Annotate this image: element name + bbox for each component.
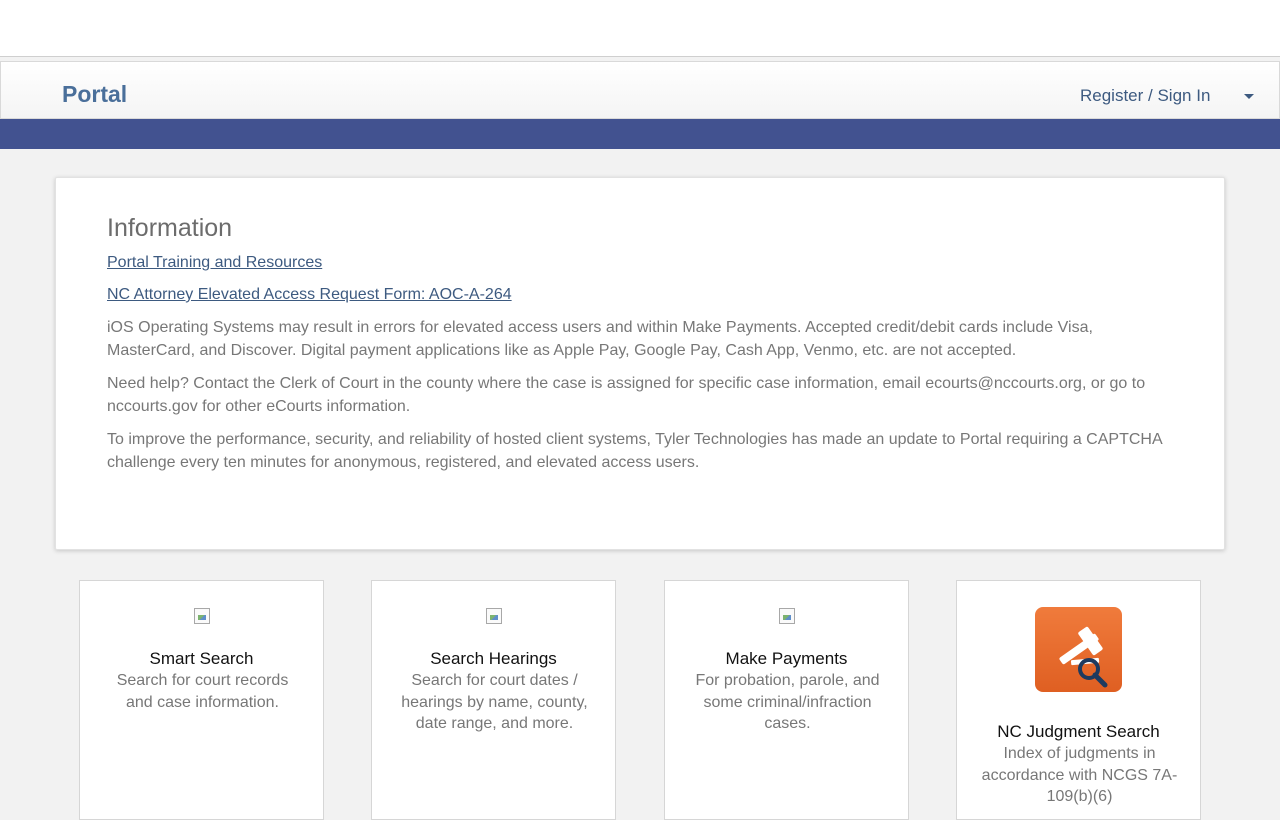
information-panel: Information Portal Training and Resource… <box>55 177 1225 550</box>
portal-brand-link[interactable]: Portal <box>62 80 127 108</box>
register-signin-link[interactable]: Register / Sign In <box>1080 85 1210 107</box>
chevron-down-icon[interactable] <box>1244 94 1254 99</box>
broken-image-icon <box>194 608 210 624</box>
header-color-bar <box>0 119 1280 149</box>
tile-description: Index of judgments in accordance with NC… <box>981 745 1178 805</box>
tile-description: Search for court dates / hearings by nam… <box>401 672 588 732</box>
tile-title: Make Payments <box>725 649 848 668</box>
tile-title: NC Judgment Search <box>997 722 1160 741</box>
information-heading: Information <box>107 214 233 242</box>
portal-training-link[interactable]: Portal Training and Resources <box>107 253 322 273</box>
smart-search-tile[interactable]: Smart Search Search for court records an… <box>79 580 324 820</box>
navbar: Portal Register / Sign In <box>0 61 1280 119</box>
judgment-search-tile[interactable]: NC Judgment Search Index of judgments in… <box>956 580 1201 820</box>
top-spacer <box>0 0 1280 57</box>
payment-notice-text: iOS Operating Systems may result in erro… <box>107 319 1093 359</box>
make-payments-tile[interactable]: Make Payments For probation, parole, and… <box>664 580 909 820</box>
tile-title: Search Hearings <box>430 649 557 668</box>
broken-image-icon <box>486 608 502 624</box>
gavel-search-icon <box>1035 607 1122 692</box>
help-contact-text: Need help? Contact the Clerk of Court in… <box>107 375 1146 415</box>
captcha-notice-text: To improve the performance, security, an… <box>107 431 1162 471</box>
attorney-access-form-link[interactable]: NC Attorney Elevated Access Request Form… <box>107 285 512 305</box>
broken-image-icon <box>779 608 795 624</box>
tile-title: Smart Search <box>149 649 254 668</box>
search-hearings-tile[interactable]: Search Hearings Search for court dates /… <box>371 580 616 820</box>
tile-description: Search for court records and case inform… <box>116 672 289 711</box>
tile-description: For probation, parole, and some criminal… <box>695 672 880 732</box>
